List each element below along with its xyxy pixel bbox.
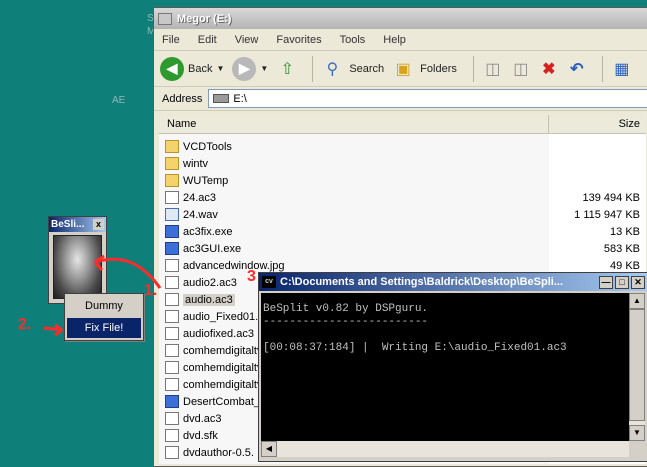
annotation-arrows bbox=[43, 254, 162, 337]
annotation-step-3: 3 bbox=[247, 268, 256, 285]
annotation-arrowhead-1 bbox=[93, 254, 105, 271]
annotation-step-2: 2. bbox=[18, 316, 32, 333]
annotation-step-1: 1. bbox=[144, 282, 158, 299]
